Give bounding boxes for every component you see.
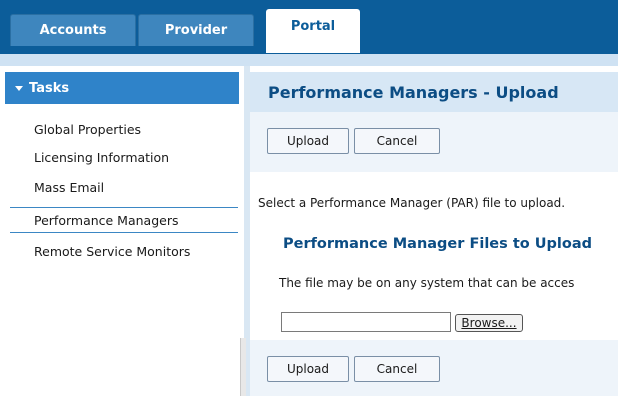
tab-provider[interactable]: Provider [138, 14, 254, 46]
browse-button-label: Browse... [461, 316, 517, 330]
page-title: Performance Managers - Upload [250, 72, 618, 112]
cancel-button-bottom[interactable]: Cancel [354, 356, 440, 382]
cancel-button-top[interactable]: Cancel [354, 128, 440, 154]
upload-instruction: Select a Performance Manager (PAR) file … [258, 196, 566, 210]
collapse-arrow-icon[interactable] [15, 85, 23, 91]
tasks-header-label: Tasks [29, 80, 70, 96]
tab-accounts[interactable]: Accounts [10, 14, 136, 46]
main-panel: Performance Managers - Upload Upload Can… [250, 66, 618, 396]
section-heading: Performance Manager Files to Upload [283, 236, 593, 252]
sidebar-scrollbar[interactable] [240, 338, 246, 396]
sidebar-item-remote-service-monitors[interactable]: Remote Service Monitors [34, 244, 190, 259]
tab-strip: Accounts Provider Portal [10, 9, 360, 53]
top-action-bar: Upload Cancel [250, 112, 618, 172]
upload-button-top[interactable]: Upload [267, 128, 349, 154]
file-location-description: The file may be on any system that can b… [279, 276, 575, 290]
upload-button-bottom[interactable]: Upload [267, 356, 349, 382]
sidebar-item-performance-managers[interactable]: Performance Managers [10, 207, 238, 233]
tab-underline-strip [0, 54, 618, 66]
file-path-input[interactable] [281, 312, 451, 332]
sidebar: Tasks Global Properties Licensing Inform… [0, 66, 244, 396]
browse-button[interactable]: Browse... [455, 314, 523, 332]
sidebar-item-mass-email[interactable]: Mass Email [34, 180, 104, 195]
sidebar-item-global-properties[interactable]: Global Properties [34, 122, 141, 137]
tasks-header[interactable]: Tasks [5, 72, 239, 104]
top-nav-bar: Accounts Provider Portal [0, 0, 618, 54]
sidebar-item-licensing-information[interactable]: Licensing Information [34, 150, 169, 165]
bottom-action-bar: Upload Cancel [250, 340, 618, 396]
tab-portal[interactable]: Portal [266, 9, 360, 53]
